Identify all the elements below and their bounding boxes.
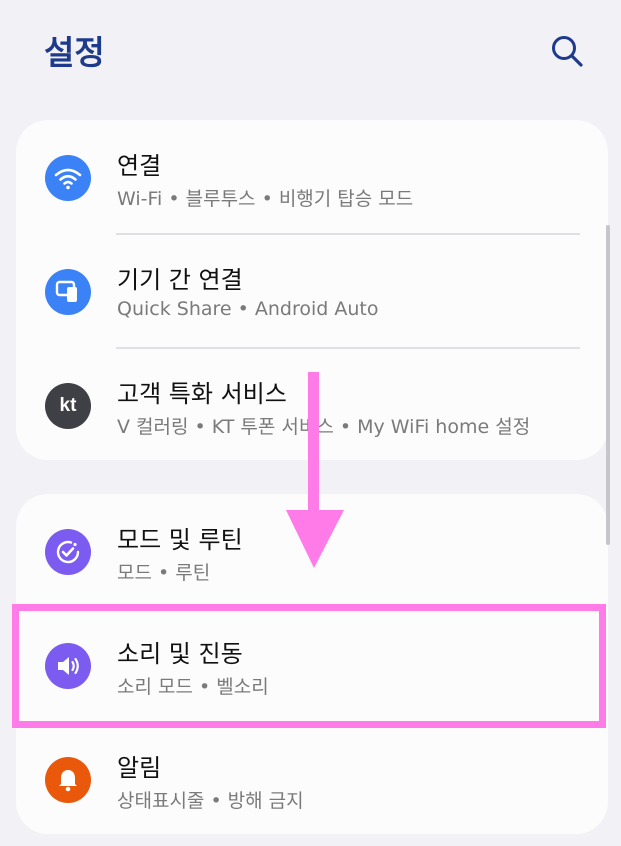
scrollbar[interactable] xyxy=(606,225,610,545)
item-label: 고객 특화 서비스 xyxy=(117,380,287,408)
search-button[interactable] xyxy=(546,30,588,72)
item-subtitle: Wi-Fi • 블루투스 • 비행기 탑승 모드 xyxy=(117,188,414,210)
settings-item-connections[interactable]: 연결 Wi-Fi • 블루투스 • 비행기 탑승 모드 xyxy=(16,120,608,234)
kt-logo-text: kt xyxy=(59,395,77,416)
item-subtitle: Quick Share • Android Auto xyxy=(117,298,379,320)
kt-icon: kt xyxy=(45,383,91,429)
wifi-icon xyxy=(45,155,91,201)
annotation-highlight-box xyxy=(12,604,606,728)
settings-item-connected-devices[interactable]: 기기 간 연결 Quick Share • Android Auto xyxy=(16,234,608,348)
item-label: 알림 xyxy=(117,754,162,782)
item-label: 모드 및 루틴 xyxy=(117,526,243,554)
header: 설정 xyxy=(0,0,621,100)
item-subtitle: 모드 • 루틴 xyxy=(117,562,211,584)
modes-routines-icon xyxy=(45,529,91,575)
page-title: 설정 xyxy=(44,33,105,72)
search-icon[interactable] xyxy=(546,30,588,72)
settings-item-notifications[interactable]: 알림 상태표시줄 • 방해 금지 xyxy=(16,722,608,836)
device-link-icon xyxy=(45,269,91,315)
annotation-arrow-down-icon xyxy=(286,372,344,568)
item-label: 연결 xyxy=(117,152,162,180)
bell-icon xyxy=(45,757,91,803)
item-subtitle: 상태표시줄 • 방해 금지 xyxy=(117,790,304,812)
item-label: 기기 간 연결 xyxy=(117,266,243,294)
